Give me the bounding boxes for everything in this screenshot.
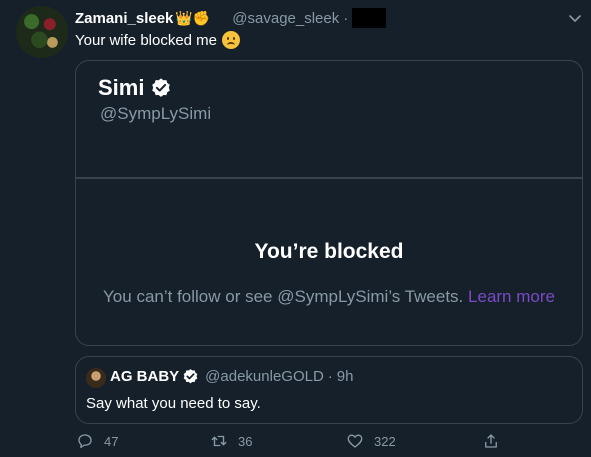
quoted-time: 9h <box>336 368 354 385</box>
tweet-text-content: Your wife blocked me <box>75 31 218 49</box>
card-profile-name: Simi <box>98 75 172 101</box>
heart-icon <box>347 434 363 448</box>
sad-face-icon <box>222 31 241 49</box>
quoted-text: Say what you need to say. <box>86 395 261 412</box>
verified-badge-icon <box>152 78 171 97</box>
share-button[interactable] <box>482 432 510 450</box>
avatar[interactable] <box>16 6 68 58</box>
action-bar: 47 36 322 <box>0 430 591 454</box>
author-handle[interactable]: @savage_sleek <box>232 10 339 27</box>
tweet-text: Your wife blocked me <box>75 31 241 49</box>
display-name[interactable]: Zamani_sleek <box>75 10 173 27</box>
blocked-title: You’re blocked <box>254 240 404 263</box>
card-name-text: Simi <box>98 75 145 100</box>
quoted-display-name: AG BABY <box>110 368 180 385</box>
learn-more-link[interactable]: Learn more <box>468 287 555 306</box>
retweet-icon <box>211 435 227 447</box>
chevron-down-icon[interactable] <box>567 10 583 26</box>
reply-count: 47 <box>104 433 119 449</box>
like-count: 322 <box>374 433 396 449</box>
tweet[interactable]: Zamani_sleek 👑✊ @savage_sleek · Your wif… <box>0 0 591 457</box>
verified-badge-icon <box>183 369 198 384</box>
card-divider <box>76 177 582 179</box>
blocked-message-text: You can’t follow or see @SympLySimi’s Tw… <box>103 287 464 306</box>
separator-dot: · <box>343 9 349 27</box>
retweet-count: 36 <box>238 433 253 449</box>
quoted-header: AG BABY @adekunleGOLD · 9h <box>110 368 353 385</box>
reply-button[interactable]: 47 <box>76 432 118 450</box>
retweet-button[interactable]: 36 <box>210 432 252 450</box>
like-button[interactable]: 322 <box>346 432 396 450</box>
tweet-header: Zamani_sleek 👑✊ @savage_sleek · <box>75 8 387 28</box>
quoted-separator: · <box>327 368 333 385</box>
quoted-tweet[interactable]: AG BABY @adekunleGOLD · 9h Say what you … <box>75 356 583 424</box>
name-emojis: 👑✊ <box>175 10 211 26</box>
share-icon <box>485 434 497 448</box>
reply-icon <box>78 434 92 449</box>
quoted-handle: @adekunleGOLD <box>205 368 324 385</box>
card-profile-handle: @SympLySimi <box>100 104 212 123</box>
blocked-message: You can’t follow or see @SympLySimi’s Tw… <box>96 285 562 309</box>
redacted-timestamp <box>352 8 387 28</box>
quoted-avatar[interactable] <box>86 368 106 388</box>
blocked-profile-card[interactable]: Simi @SympLySimi You’re blocked You can’… <box>75 60 583 346</box>
